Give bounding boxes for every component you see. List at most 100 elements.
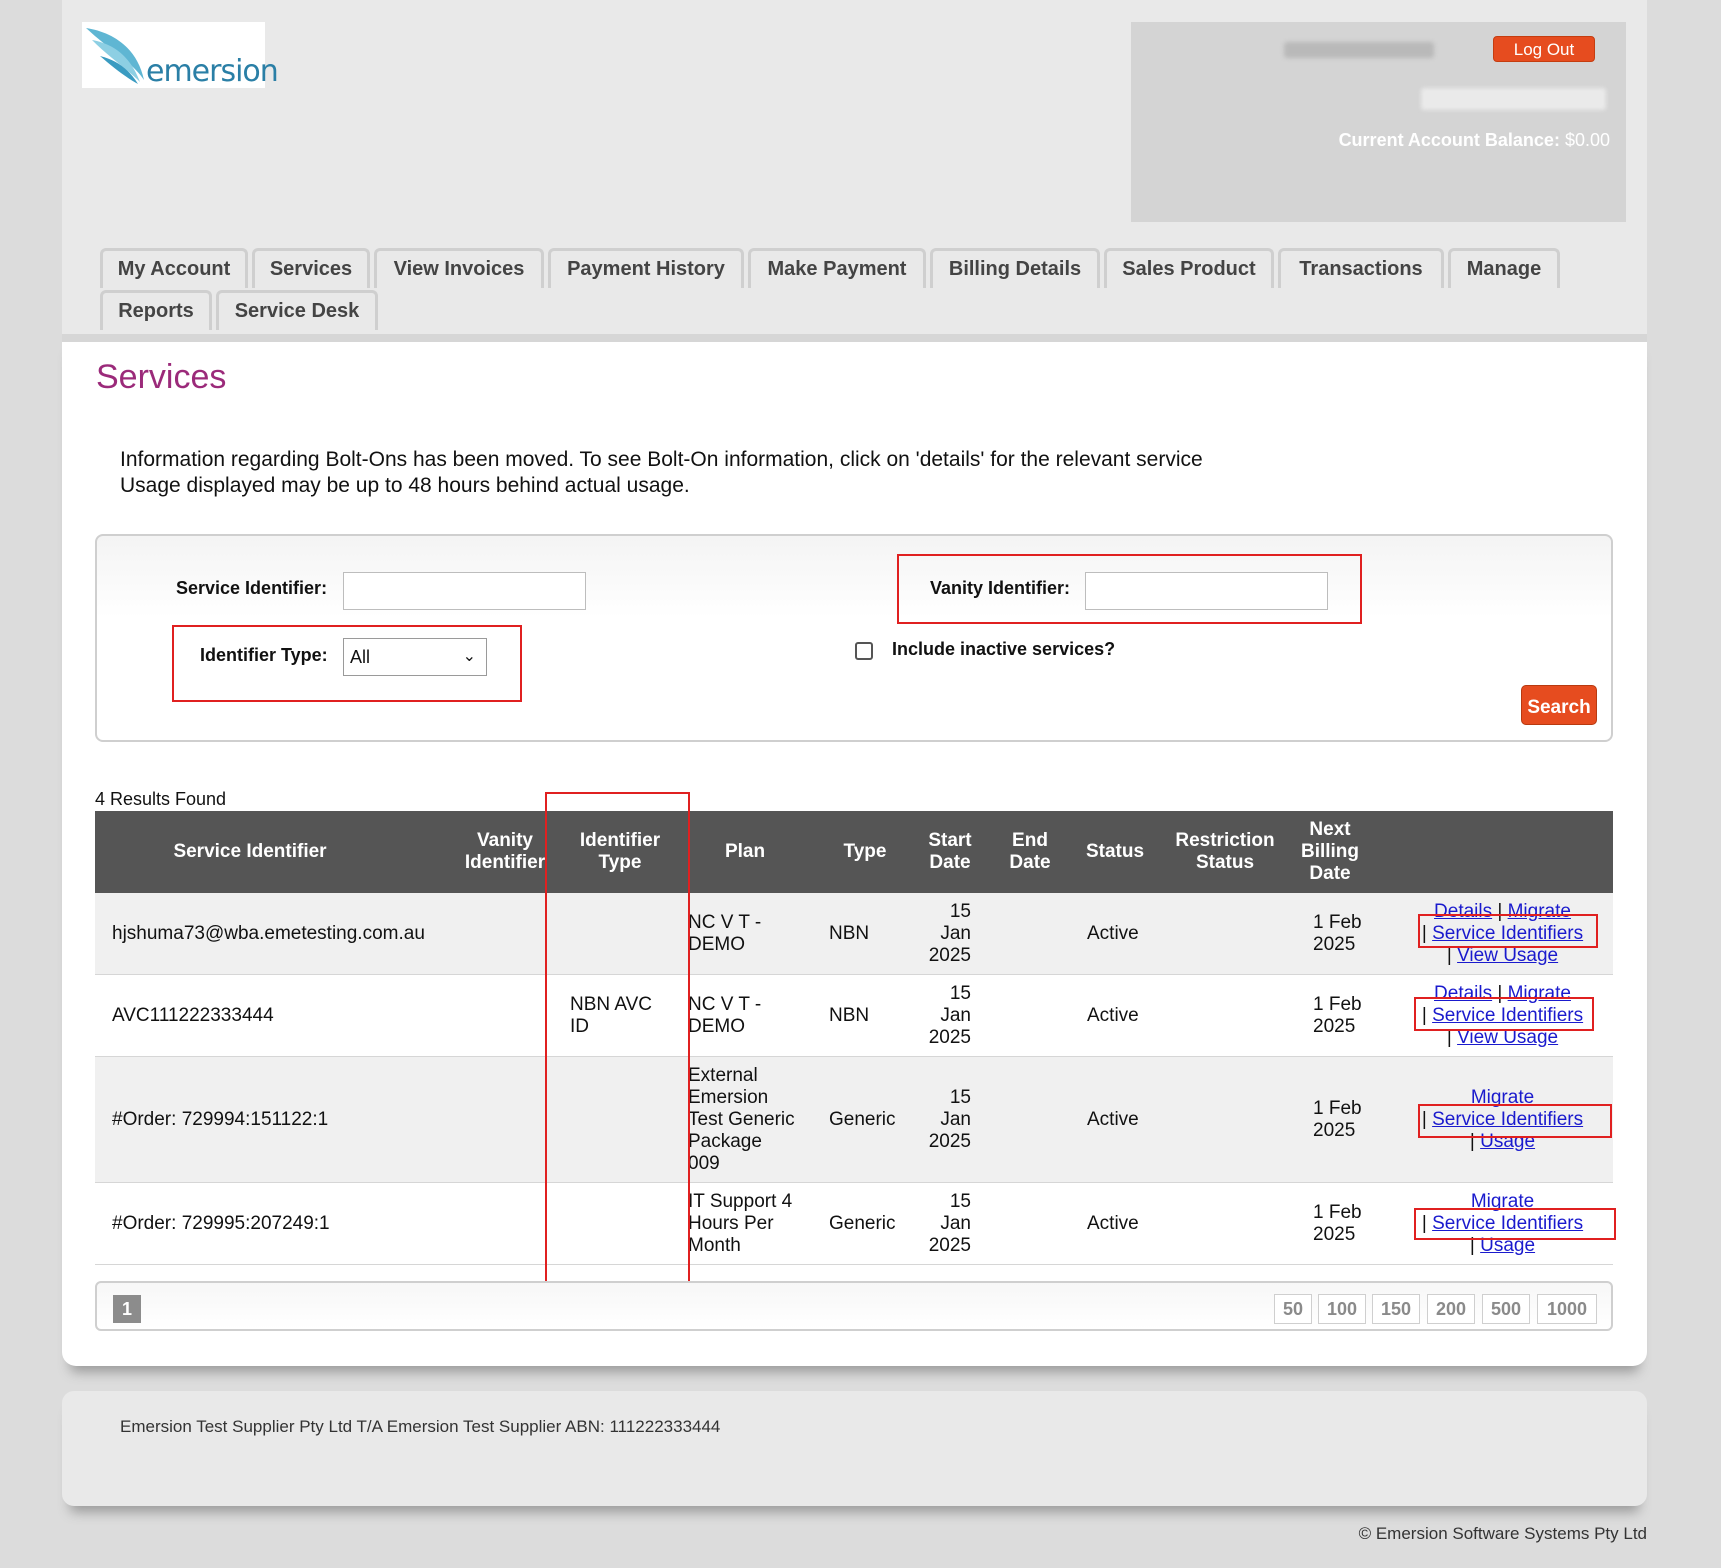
details-link[interactable]: Details [1434,983,1492,1004]
cell-start-date: 15 Jan 2025 [921,1087,971,1153]
page-size-1000[interactable]: 1000 [1537,1294,1597,1324]
service-identifiers-link[interactable]: Service Identifiers [1432,1213,1583,1234]
search-button[interactable]: Search [1521,685,1597,725]
identifier-type-select[interactable]: All ⌄ [343,638,487,676]
tab-service-desk[interactable]: Service Desk [216,290,378,330]
cell-plan-line1: NC V T - [688,912,762,933]
col-end-date-line2: Date [1009,852,1051,873]
tab-view-invoices[interactable]: View Invoices [374,248,544,288]
emersion-logo[interactable]: emersion [82,22,279,89]
cell-start-day: 15 [949,983,971,1004]
col-next-billing-line1: Next [1309,819,1351,840]
vanity-identifier-input[interactable] [1085,572,1328,610]
service-identifiers-link[interactable]: Service Identifiers [1432,1005,1583,1026]
cell-identifier-type: NBN AVC ID [570,994,652,1038]
account-box: Log Out Current Account Balance: $0.00 [1131,22,1626,222]
cell-next-billing-line1: 1 Feb [1313,912,1362,933]
info-line-usage: Usage displayed may be up to 48 hours be… [120,474,690,497]
logo-text: emersion [146,54,279,89]
col-next-billing-line3: Date [1309,863,1351,884]
table-header: Service Identifier Vanity Identifier Ide… [95,811,1613,893]
page-size-50[interactable]: 50 [1274,1294,1312,1324]
service-identifiers-link[interactable]: Service Identifiers [1432,923,1583,944]
cell-start-month: Jan [940,923,971,944]
cell-status: Active [1087,1005,1139,1026]
migrate-link[interactable]: Migrate [1508,901,1571,922]
page-size-500[interactable]: 500 [1482,1294,1530,1324]
cell-plan-line3: Month [688,1235,741,1256]
cell-start-date: 15 Jan 2025 [921,901,971,967]
cell-type: NBN [829,1005,870,1026]
view-usage-link[interactable]: View Usage [1457,945,1558,966]
tab-my-account[interactable]: My Account [100,248,248,288]
col-next-billing-line2: Billing [1300,841,1360,862]
include-inactive-checkbox[interactable] [855,642,873,660]
col-next-billing-date: Next Billing Date [1285,819,1375,885]
service-identifiers-link[interactable]: Service Identifiers [1432,1109,1583,1130]
col-restriction-status-line1: Restriction [1175,830,1275,851]
cell-start-day: 15 [949,901,971,922]
cell-plan-line1: External [688,1065,758,1086]
results-count: 4 Results Found [95,789,227,809]
col-restriction-status: Restriction Status [1165,830,1285,874]
identifier-type-value: All [350,647,371,667]
cell-plan-line2: DEMO [688,934,745,955]
col-restriction-status-line2: Status [1195,852,1255,873]
cell-actions: Details | Migrate | Service Identifiers … [1421,901,1584,966]
table-row: AVC111222333444 NBN AVC ID NC V T - DEMO… [95,975,1613,1057]
usage-link[interactable]: Usage [1480,1235,1535,1256]
page-size-200[interactable]: 200 [1427,1294,1475,1324]
tab-services[interactable]: Services [252,248,370,288]
service-identifier-label: Service Identifier: [176,578,328,598]
view-usage-link[interactable]: View Usage [1457,1027,1558,1048]
cell-plan-line2: DEMO [688,1016,745,1037]
logout-button[interactable]: Log Out [1493,36,1595,62]
cell-actions: Migrate | Service Identifiers | Usage [1421,1087,1584,1152]
col-vanity-identifier: Vanity Identifier [445,830,565,874]
col-vanity-identifier-line1: Vanity [477,830,533,851]
col-end-date: End Date [995,830,1065,874]
table-row: hjshuma73@wba.emetesting.com.au NC V T -… [95,893,1613,975]
cell-identifier-type-line2: ID [570,1016,589,1037]
migrate-link[interactable]: Migrate [1471,1087,1534,1108]
tab-manage[interactable]: Manage [1448,248,1560,288]
page-title: Services [96,358,227,396]
col-service-identifier: Service Identifier [173,841,327,862]
tab-payment-history[interactable]: Payment History [548,248,744,288]
identifier-type-label: Identifier Type: [200,645,328,665]
col-status: Status [1085,841,1145,862]
cell-plan: NC V T - DEMO [688,912,761,956]
cell-start-year: 2025 [928,1027,971,1048]
col-start-date-line1: Start [928,830,972,851]
info-line-bolt-ons: Information regarding Bolt-Ons has been … [120,448,1203,471]
tab-transactions[interactable]: Transactions [1278,248,1444,288]
copyright-text: © Emersion Software Systems Pty Ltd [1358,1524,1647,1543]
account-id-redacted [1284,42,1434,58]
cell-next-billing: 1 Feb 2025 [1313,994,1362,1038]
account-balance: Current Account Balance: $0.00 [1339,130,1610,151]
cell-plan: IT Support 4 Hours Per Month [688,1191,792,1257]
cell-plan-line3: Test Generic [688,1109,795,1130]
main-top-border [62,334,1647,342]
table-row: #Order: 729994:151122:1 External Emersio… [95,1057,1613,1183]
usage-link[interactable]: Usage [1480,1131,1535,1152]
page-size-100[interactable]: 100 [1318,1294,1366,1324]
cell-start-date: 15 Jan 2025 [921,983,971,1049]
migrate-link[interactable]: Migrate [1471,1191,1534,1212]
details-link[interactable]: Details [1434,901,1492,922]
page-size-150[interactable]: 150 [1372,1294,1420,1324]
page-1-button[interactable]: 1 [113,1295,141,1323]
migrate-link[interactable]: Migrate [1508,983,1571,1004]
tab-reports[interactable]: Reports [100,290,212,330]
cell-start-year: 2025 [928,1131,971,1152]
pagination-bar: 1 50 100 150 200 500 1000 [95,1281,1613,1331]
cell-start-date: 15 Jan 2025 [921,1191,971,1257]
tab-sales-product[interactable]: Sales Product [1104,248,1274,288]
tab-billing-details[interactable]: Billing Details [930,248,1100,288]
service-identifier-input[interactable] [343,572,586,610]
cell-service-identifier: #Order: 729995:207249:1 [112,1213,330,1234]
col-identifier-type: Identifier Type [560,830,680,874]
cell-type: Generic [829,1213,896,1234]
tab-make-payment[interactable]: Make Payment [748,248,926,288]
cell-status: Active [1087,923,1139,944]
